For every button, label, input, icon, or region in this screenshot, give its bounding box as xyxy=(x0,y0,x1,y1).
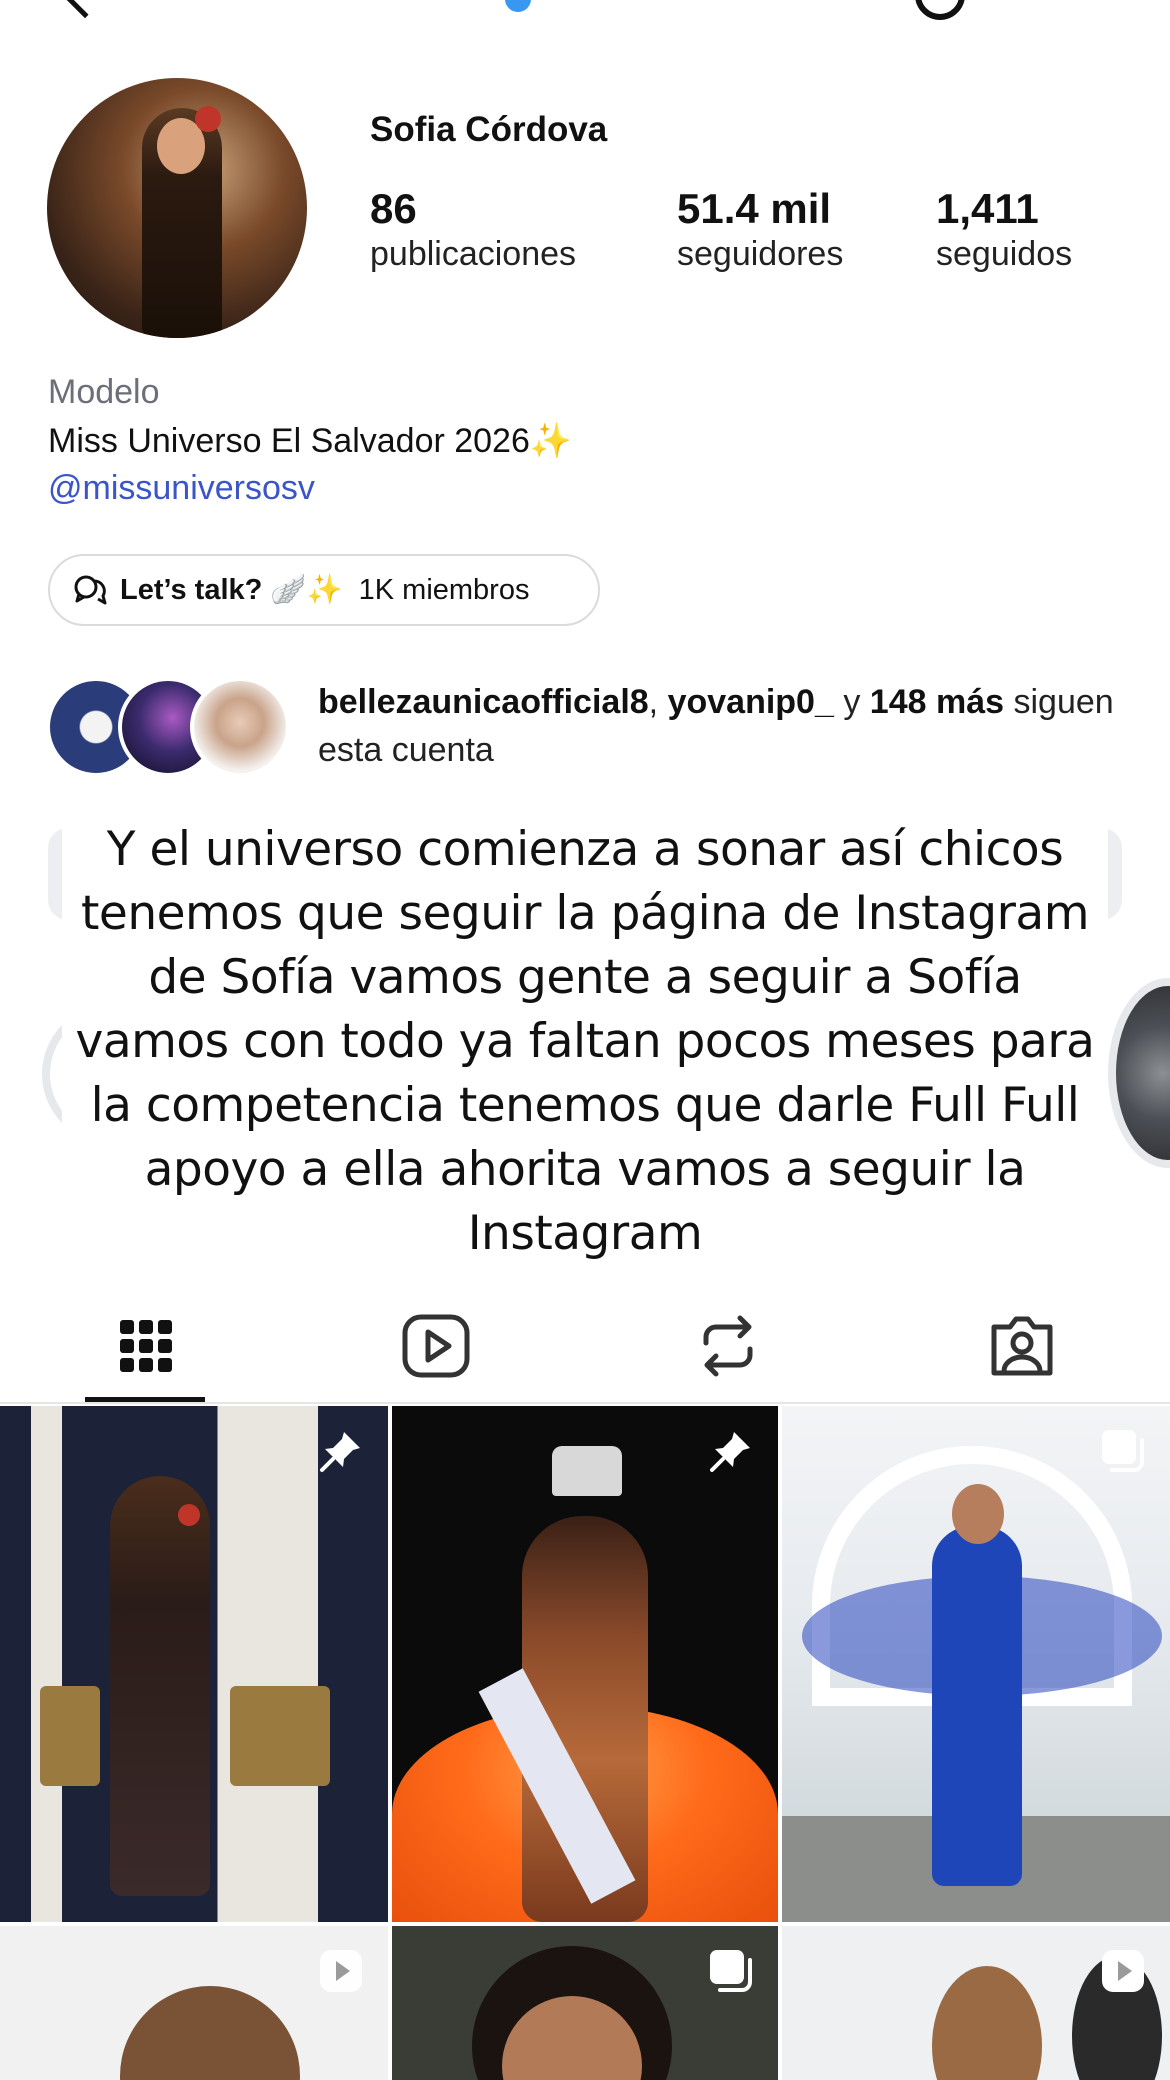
post-decor xyxy=(952,1484,1004,1544)
channel-title: Let’s talk? 🪽✨ xyxy=(120,574,343,606)
stat-following[interactable]: 1,411 seguidos xyxy=(936,185,1072,274)
follower-username[interactable]: yovanip0_ xyxy=(668,683,834,721)
follower-username[interactable]: bellezaunicaofficial8 xyxy=(318,683,649,721)
followed-by-and: y xyxy=(833,683,870,721)
stat-posts-label: publicaciones xyxy=(370,235,577,273)
verified-badge-icon xyxy=(505,0,531,12)
channel-member-count: 1K miembros xyxy=(358,573,530,606)
top-header xyxy=(0,0,1170,20)
post-figure xyxy=(110,1476,210,1896)
tagged-person-icon xyxy=(991,1316,1053,1376)
followed-by-more[interactable]: 148 más xyxy=(870,683,1004,721)
pin-icon xyxy=(320,1432,360,1472)
carousel-icon xyxy=(1102,1430,1144,1472)
bio-category: Modelo xyxy=(48,373,160,411)
stat-followers[interactable]: 51.4 mil seguidores xyxy=(677,185,843,274)
stat-following-value: 1,411 xyxy=(936,185,1039,232)
tab-reels[interactable] xyxy=(346,1290,526,1402)
profile-tabs xyxy=(0,1290,1170,1402)
post-decor xyxy=(40,1686,100,1786)
post-decor xyxy=(178,1504,200,1526)
avatar-flower xyxy=(195,106,221,132)
reel-play-icon xyxy=(320,1950,362,1992)
tab-reposts[interactable] xyxy=(638,1290,818,1402)
grid-post[interactable] xyxy=(392,1926,778,2080)
grid-post[interactable] xyxy=(0,1926,388,2080)
grid-post[interactable] xyxy=(0,1406,388,1922)
stat-followers-label: seguidores xyxy=(677,235,844,273)
story-highlight[interactable] xyxy=(1108,978,1170,1168)
reel-play-icon xyxy=(1102,1950,1144,1992)
post-figure xyxy=(120,1986,300,2080)
back-arrow-icon[interactable] xyxy=(63,0,107,19)
bio-mention-link[interactable]: @missuniversosv xyxy=(48,469,315,508)
post-figure xyxy=(932,1966,1042,2080)
grid-post[interactable] xyxy=(392,1406,778,1922)
post-figure xyxy=(932,1526,1022,1886)
stat-posts-value: 86 xyxy=(370,185,417,232)
followed-by-text[interactable]: bellezaunicaofficial8, yovanip0_ y 148 m… xyxy=(318,678,1118,774)
carousel-icon xyxy=(710,1950,752,1992)
stat-posts[interactable]: 86 publicaciones xyxy=(370,185,576,274)
threads-icon[interactable] xyxy=(915,0,965,20)
grid-icon xyxy=(120,1320,172,1372)
stat-followers-value: 51.4 mil xyxy=(677,185,832,232)
bio-text: Miss Universo El Salvador 2026✨ xyxy=(48,422,573,460)
post-decor xyxy=(552,1446,622,1496)
caption-text: Y el universo comienza a sonar así chico… xyxy=(75,822,1095,1261)
stat-following-label: seguidos xyxy=(936,235,1073,273)
repost-icon xyxy=(703,1315,753,1377)
reels-icon xyxy=(402,1314,470,1378)
tab-tagged[interactable] xyxy=(932,1290,1112,1402)
pin-icon xyxy=(710,1432,750,1472)
post-decor xyxy=(230,1686,330,1786)
profile-avatar[interactable] xyxy=(47,78,307,338)
broadcast-channel-button[interactable]: Let’s talk? 🪽✨ 1K miembros xyxy=(48,554,600,626)
display-name: Sofia Córdova xyxy=(370,110,608,149)
grid-post[interactable] xyxy=(782,1926,1170,2080)
follower-avatar[interactable] xyxy=(190,677,290,777)
followed-by-separator: , xyxy=(648,683,668,721)
tab-posts[interactable] xyxy=(56,1290,236,1402)
tabs-divider xyxy=(0,1402,1170,1404)
chat-bubbles-icon xyxy=(74,575,107,605)
grid-post[interactable] xyxy=(782,1406,1170,1922)
